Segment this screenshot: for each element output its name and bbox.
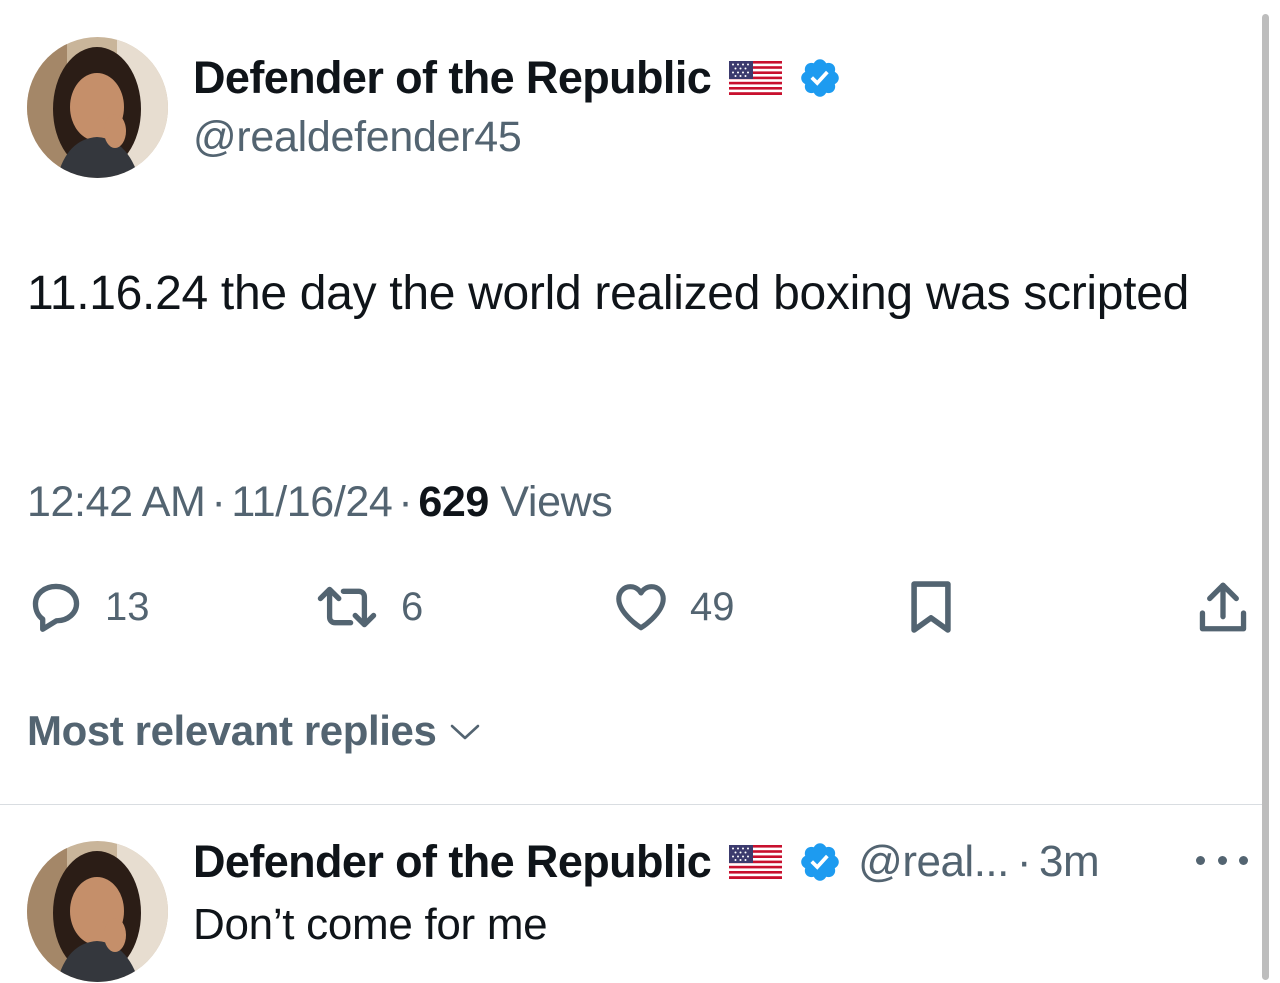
reply-avatar[interactable] [27,841,168,982]
reply-meta: @real... · 3m [858,837,1100,887]
author-display-name[interactable]: Defender of the Republic [193,52,712,104]
tweet-text: 11.16.24 the day the world realized boxi… [27,267,1189,320]
tweet-author-row: Defender of the Republic [193,52,842,104]
reply-author-row: Defender of the Republic @real... · 3m [193,836,1100,888]
views-label: Views [500,478,613,526]
reply-button[interactable]: 13 [27,578,150,636]
chevron-down-icon [451,724,480,740]
reply-count: 13 [105,584,150,629]
us-flag-icon [729,845,783,879]
verified-badge-icon[interactable] [798,840,842,884]
divider [0,804,1262,805]
reply-author-display-name[interactable]: Defender of the Republic [193,836,712,888]
replies-sort-label: Most relevant replies [27,707,437,754]
replies-sort-dropdown[interactable]: Most relevant replies [27,707,482,755]
tweet-time[interactable]: 12:42 AM [27,478,206,526]
heart-icon [616,584,666,631]
author-handle[interactable]: @realdefender45 [193,113,522,162]
more-dot [1217,855,1227,865]
scrollbar[interactable] [1262,14,1269,980]
meta-separator: · [398,478,413,526]
views-count: 629 [418,478,489,526]
reply-handle[interactable]: @real... [858,837,1009,886]
meta-separator: · [211,478,226,526]
verified-badge-icon[interactable] [798,56,842,100]
more-dot [1196,855,1205,865]
bookmark-icon [911,581,951,633]
tweet-meta: 12:42 AM · 11/16/24 · 629 Views [27,478,613,527]
reply-time[interactable]: 3m [1039,837,1100,886]
tweet-detail-page: Defender of the Republic @realdefender45… [0,0,1280,983]
bookmark-button[interactable] [905,578,957,636]
retweet-icon [317,586,377,628]
more-options-icon[interactable] [1196,845,1248,875]
retweet-count: 6 [401,584,424,629]
meta-separator: · [1016,837,1032,886]
share-icon [1199,582,1247,632]
like-count: 49 [690,584,735,629]
reply-text: Don’t come for me [193,900,548,949]
us-flag-icon [729,61,783,95]
avatar[interactable] [27,37,168,178]
tweet-date[interactable]: 11/16/24 [231,478,392,526]
more-dot [1239,855,1248,865]
share-button[interactable] [1196,578,1250,636]
reply-icon [32,583,80,632]
like-button[interactable]: 49 [612,578,735,636]
retweet-button[interactable]: 6 [313,578,423,636]
